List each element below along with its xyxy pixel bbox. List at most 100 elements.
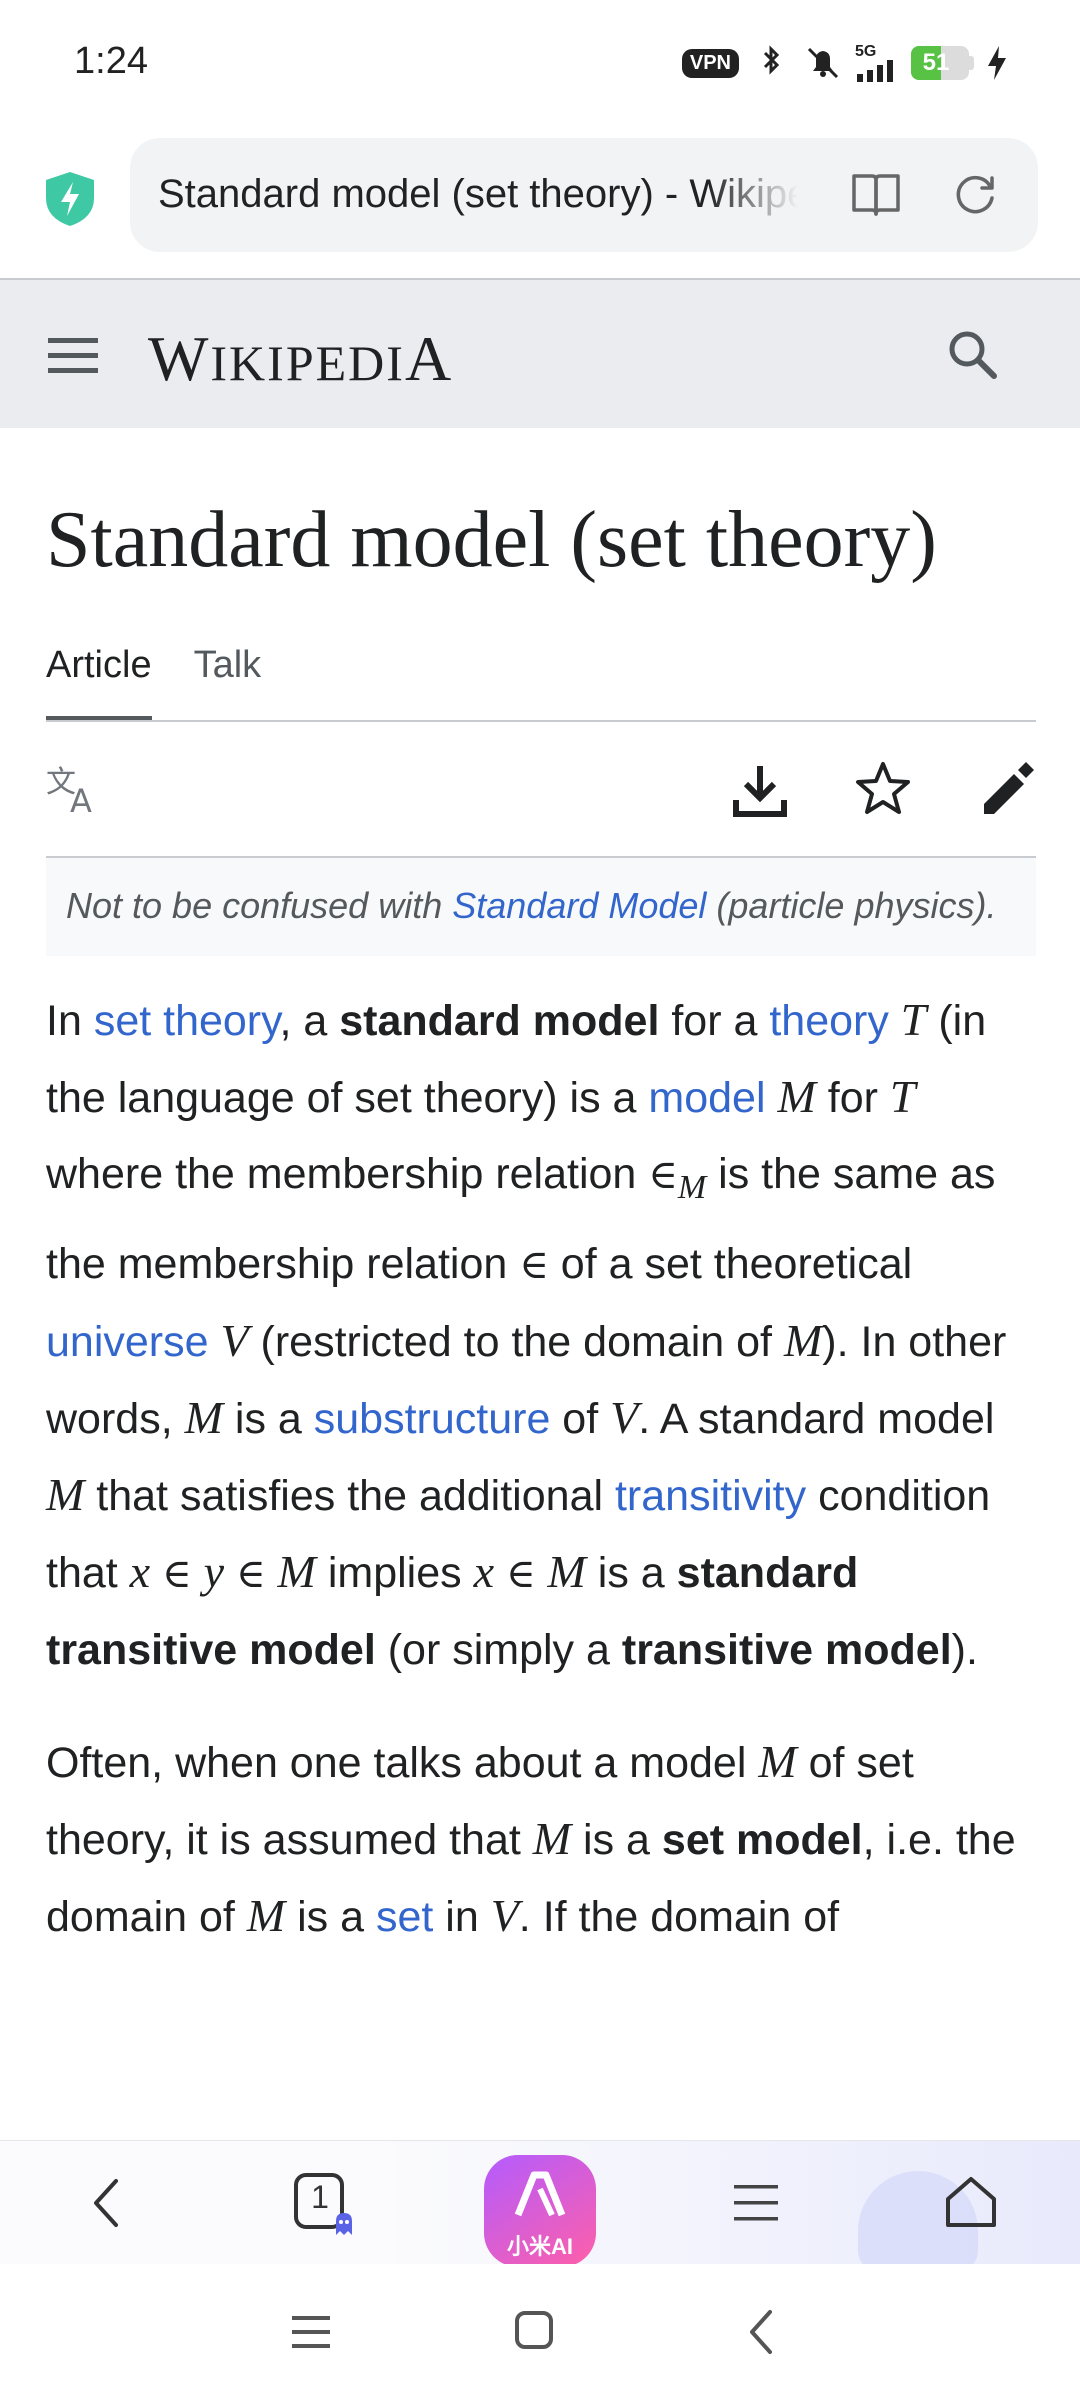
battery-percent: 51: [922, 49, 950, 76]
ai-label: 小米AI: [506, 2234, 573, 2259]
math-var: x: [129, 1545, 151, 1597]
page-title-url[interactable]: Standard model (set theory) - Wikipedia: [158, 172, 798, 217]
math-var: T: [889, 1071, 916, 1122]
text: of: [550, 1394, 611, 1443]
logo-middle: IKIPEDI: [210, 335, 405, 391]
edit-icon[interactable]: [980, 760, 1036, 816]
signal-group: 5G: [855, 44, 899, 82]
text: ).: [951, 1625, 978, 1674]
link-model[interactable]: model: [648, 1074, 765, 1122]
tab-article[interactable]: Article: [46, 632, 152, 720]
math-var: V: [490, 1889, 519, 1941]
page-title: Standard model (set theory): [46, 496, 937, 584]
text: is a: [222, 1394, 314, 1443]
math-var: y: [203, 1545, 225, 1597]
math-symbol: ∈: [505, 1550, 536, 1597]
text: implies: [315, 1548, 474, 1597]
text: (restricted to the domain of: [248, 1317, 784, 1366]
download-icon[interactable]: [732, 762, 788, 818]
math-var: M: [758, 1735, 797, 1787]
address-bar[interactable]: Standard model (set theory) - Wikipedia: [130, 138, 1038, 252]
logo-first-letter: W: [148, 323, 211, 394]
browser-bottom-bar: 1 小米AI: [0, 2140, 1080, 2271]
bold-term: standard model: [339, 997, 660, 1045]
wikipedia-logo[interactable]: WIKIPEDIA: [148, 322, 453, 396]
reader-mode-icon[interactable]: [850, 170, 902, 220]
math-var: M: [777, 1071, 816, 1122]
reload-icon[interactable]: [950, 170, 1000, 220]
home-icon[interactable]: [942, 2173, 1000, 2231]
vpn-badge: VPN: [681, 48, 739, 78]
text: , a: [279, 997, 340, 1045]
search-icon[interactable]: [946, 328, 998, 380]
math-var: M: [277, 1545, 316, 1597]
math-var: M: [547, 1545, 586, 1597]
logo-last-letter: A: [404, 323, 454, 394]
link-substructure[interactable]: substructure: [314, 1395, 551, 1443]
bold-term: set model: [661, 1815, 863, 1864]
text: in: [433, 1892, 491, 1941]
status-bar: 1:24 VPN 5G 51: [0, 0, 1080, 130]
page-actions: 文 A: [46, 722, 1036, 858]
status-icons: VPN 5G 51: [681, 44, 1008, 82]
svg-text:A: A: [70, 782, 92, 818]
home-button-icon[interactable]: [514, 2310, 554, 2350]
hatnote-link-standard-model[interactable]: Standard Model: [452, 885, 706, 926]
text: for a: [659, 997, 770, 1045]
menu-icon[interactable]: [46, 334, 100, 376]
star-icon[interactable]: [854, 760, 912, 818]
mute-bell-icon: [807, 47, 839, 79]
text: . A standard model: [638, 1394, 995, 1443]
math-var: M: [46, 1468, 85, 1520]
tab-talk[interactable]: Talk: [194, 632, 262, 720]
status-time: 1:24: [74, 40, 148, 82]
math-symbol: ∈: [648, 1152, 678, 1198]
math-var: V: [610, 1391, 639, 1443]
link-theory[interactable]: theory: [769, 997, 889, 1045]
ai-icon: [514, 2171, 566, 2217]
paragraph-1: In set theory, a standard model for a th…: [46, 982, 1036, 1688]
hatnote-text: Not to be confused with: [66, 885, 453, 926]
text: Often, when one talks about a model: [46, 1738, 759, 1787]
browser-url-bar: Standard model (set theory) - Wikipedia: [0, 130, 1080, 278]
system-nav-bar: [0, 2264, 1080, 2400]
charging-icon: [988, 46, 1006, 80]
math-var: V: [220, 1314, 249, 1366]
recents-icon[interactable]: [290, 2312, 332, 2352]
back-icon[interactable]: [86, 2175, 126, 2231]
text: that satisfies the additional: [84, 1471, 615, 1520]
text: of a set theoretical: [548, 1239, 913, 1288]
link-set-theory[interactable]: set theory: [94, 997, 280, 1045]
text: is a: [571, 1815, 662, 1864]
text: is a: [585, 1548, 677, 1597]
tab-count[interactable]: 1: [300, 2179, 340, 2216]
article-tabs: Article Talk: [46, 632, 1036, 722]
paragraph-2: Often, when one talks about a model M of…: [46, 1724, 1036, 1955]
math-var: M: [532, 1812, 572, 1864]
bluetooth-icon: [763, 45, 780, 75]
math-var: M: [246, 1889, 286, 1941]
text: In: [46, 997, 94, 1045]
translate-icon[interactable]: 文 A: [46, 762, 106, 818]
signal-icon: [857, 60, 893, 82]
battery-indicator: 51: [911, 46, 974, 80]
link-set[interactable]: set: [376, 1893, 433, 1941]
link-universe[interactable]: universe: [46, 1318, 209, 1366]
text: is a: [285, 1892, 376, 1941]
article-content: Standard model (set theory) Article Talk…: [46, 428, 1036, 1955]
wikipedia-header: WIKIPEDIA: [0, 278, 1080, 428]
math-var: M: [783, 1314, 823, 1366]
text: for: [815, 1074, 890, 1122]
menu-lines-icon[interactable]: [732, 2181, 780, 2225]
text: (or simply a: [375, 1625, 622, 1674]
hatnote: Not to be confused with Standard Model (…: [46, 858, 1036, 956]
shield-icon[interactable]: [44, 170, 96, 228]
text: . If the domain of: [518, 1892, 840, 1941]
link-transitivity[interactable]: transitivity: [615, 1472, 806, 1520]
math-symbol: ∈: [235, 1550, 266, 1597]
hatnote-text-end: (particle physics).: [706, 885, 997, 926]
math-var: x: [473, 1545, 494, 1597]
text: where the membership relation: [46, 1150, 649, 1198]
bold-term: transitive model: [621, 1625, 952, 1674]
system-back-icon[interactable]: [746, 2308, 776, 2356]
